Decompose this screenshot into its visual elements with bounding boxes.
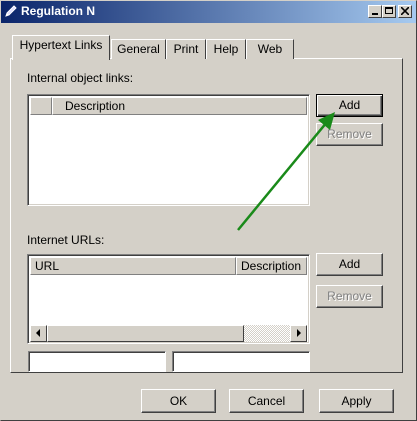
internal-remove-button[interactable]: Remove [316,123,383,146]
internet-urls-label: Internet URLs: [27,233,105,247]
ok-button[interactable]: OK [141,389,216,413]
maximize-icon [385,7,393,14]
close-button[interactable] [398,5,412,18]
scroll-left-button[interactable] [30,325,47,342]
minimize-button[interactable] [368,5,382,18]
tab-print[interactable]: Print [166,39,206,59]
internal-add-button[interactable]: Add [316,94,383,117]
cancel-button[interactable]: Cancel [229,389,304,413]
tab-web[interactable]: Web [246,39,294,59]
description-text-field[interactable] [172,351,310,372]
maximize-button[interactable] [382,5,396,18]
close-icon [401,7,409,15]
apply-button[interactable]: Apply [319,389,394,413]
tab-general[interactable]: General [111,39,166,59]
tab-help[interactable]: Help [206,39,246,59]
internal-links-list[interactable]: Description [27,94,310,206]
arrow-left-icon [36,329,40,337]
internet-remove-button[interactable]: Remove [316,285,383,308]
internal-links-label: Internal object links: [27,71,134,85]
minimize-icon [372,13,378,15]
arrow-right-icon [297,329,301,337]
scroll-right-button[interactable] [290,325,307,342]
internet-urls-list[interactable]: URL Description [27,254,310,344]
url-text-field[interactable] [28,351,166,372]
column-header-description[interactable]: Description [52,97,307,115]
tab-hypertext-links[interactable]: Hypertext Links [12,35,110,60]
column-header-description[interactable]: Description [236,257,307,275]
column-header-blank[interactable] [30,97,52,115]
pen-icon [5,5,17,17]
internet-add-button[interactable]: Add [316,253,383,276]
window-title: Regulation N [21,4,95,18]
scrollbar-thumb[interactable] [47,325,244,342]
column-header-url[interactable]: URL [30,257,236,275]
